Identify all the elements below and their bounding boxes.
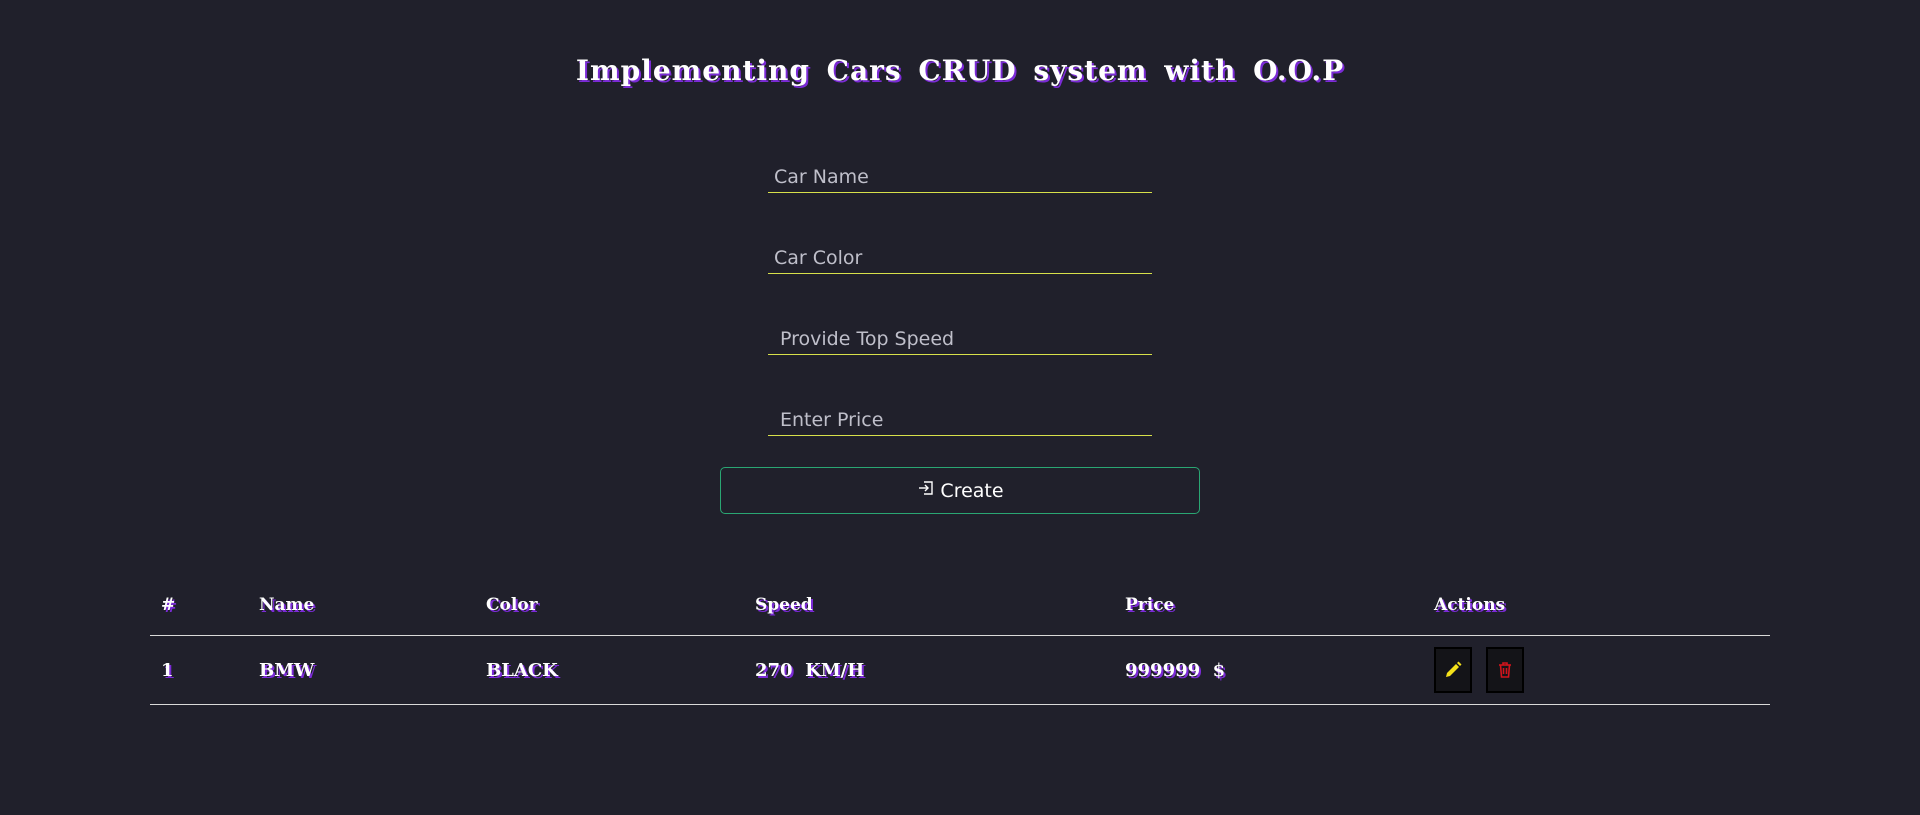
top-speed-input[interactable] (768, 325, 1152, 355)
page-title: Implementing Cars CRUD system with O.O.P (575, 54, 1345, 87)
page: Implementing Cars CRUD system with O.O.P… (0, 0, 1920, 815)
pencil-icon (1446, 661, 1462, 677)
table-header-row: # Name Color Speed Price Actions (150, 575, 1770, 636)
car-name-input[interactable] (768, 163, 1152, 193)
car-price: 999999 $ (1125, 659, 1226, 681)
car-color: BLACK (486, 659, 558, 681)
column-header-speed: Speed (755, 595, 813, 615)
price-input[interactable] (768, 406, 1152, 436)
column-header-price: Price (1125, 595, 1175, 615)
column-header-color: Color (486, 595, 538, 615)
car-speed: 270 KM/H (755, 659, 865, 681)
cell-price: 999999 $ (1114, 636, 1423, 705)
create-button-label: Create (940, 479, 1004, 502)
car-name: BMW (259, 659, 315, 681)
row-number: 1 (161, 659, 174, 681)
delete-button[interactable] (1485, 647, 1524, 693)
cell-actions (1423, 636, 1770, 705)
column-header-actions: Actions (1434, 595, 1506, 615)
trash-icon (1498, 662, 1511, 678)
sign-in-icon (916, 478, 936, 503)
edit-button[interactable] (1434, 647, 1472, 693)
cell-name: BMW (248, 636, 475, 705)
column-header-name: Name (259, 595, 315, 615)
cars-table: # Name Color Speed Price Actions 1 BMW B… (150, 575, 1770, 705)
create-button[interactable]: Create (720, 467, 1200, 514)
cell-color: BLACK (475, 636, 744, 705)
table-row: 1 BMW BLACK 270 KM/H 999999 $ (150, 636, 1770, 705)
column-header-number: # (161, 595, 176, 615)
cell-speed: 270 KM/H (744, 636, 1114, 705)
car-color-input[interactable] (768, 244, 1152, 274)
cell-number: 1 (150, 636, 248, 705)
